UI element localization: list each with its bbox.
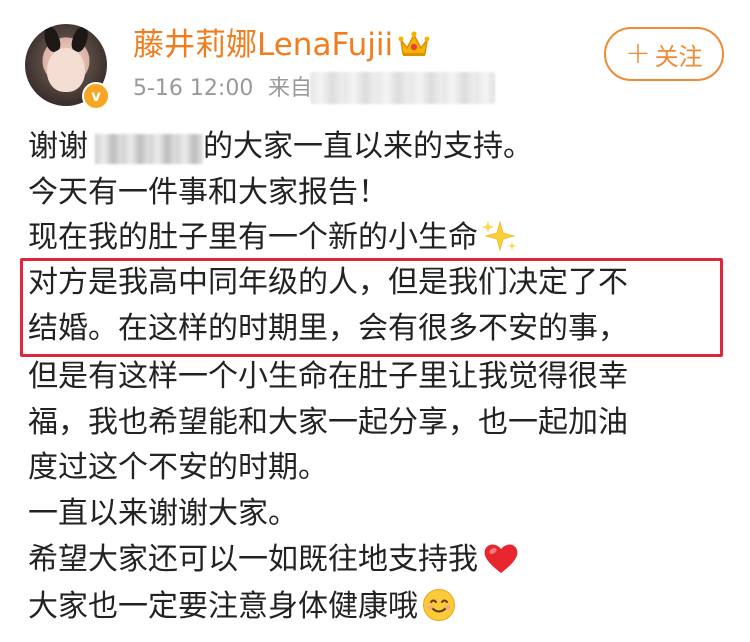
author-name[interactable]: 藤井莉娜LenaFujii [133,26,393,64]
plus-icon: + [625,36,651,71]
sparkles-icon [482,219,516,252]
smile-icon [423,588,455,621]
follow-button[interactable]: + 关注 [604,27,724,81]
post-line-11-text: 大家也一定要注意身体健康哦 [28,589,418,624]
crown-icon [398,31,430,56]
redacted-text [95,134,203,164]
post-source-label: 来自 [268,76,313,101]
post-line-10-text: 希望大家还可以一如既往地支持我 [28,542,478,577]
post-time: 5-16 12:00 [133,76,254,101]
post-line-1-suffix: 的大家一直以来的支持。 [203,129,533,164]
avatar-face [47,48,85,92]
post-line-9: 一直以来谢谢大家。 [28,496,298,531]
follow-button-label: 关注 [654,42,703,71]
verified-badge-icon: v [82,82,110,110]
post-line-3-text: 现在我的肚子里有一个新的小生命 [28,220,478,255]
post-line-8: 度过这个不安的时期。 [28,450,328,485]
highlight-annotation-box [20,258,723,357]
weibo-post: v 藤井莉娜LenaFujii 5-16 12:00 来自 + 关注 谢谢 的大… [0,0,750,642]
post-line-11: 大家也一定要注意身体健康哦 [28,587,456,627]
post-line-1-prefix: 谢谢 [28,129,88,164]
post-line-6: 但是有这样一个小生命在肚子里让我觉得很幸 [28,359,628,394]
source-redacted [310,72,495,104]
heart-icon [484,544,518,573]
post-line-10: 希望大家还可以一如既往地支持我 [28,540,520,580]
post-line-7: 福，我也希望能和大家一起分享，也一起加油 [28,405,628,440]
post-line-3: 现在我的肚子里有一个新的小生命 [28,218,518,258]
post-line-2: 今天有一件事和大家报告！ [28,175,388,210]
